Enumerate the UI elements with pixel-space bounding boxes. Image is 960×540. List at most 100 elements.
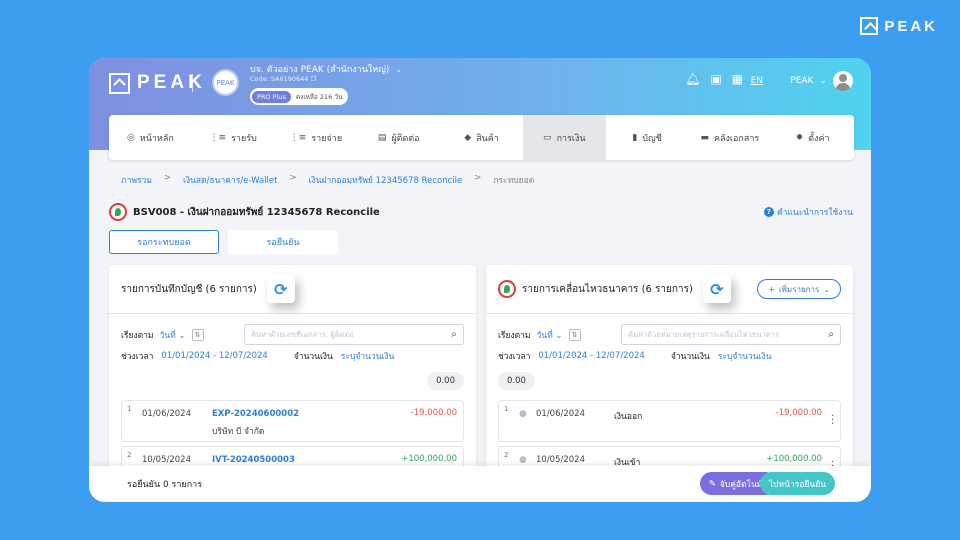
folder-icon: ▬ (700, 132, 709, 143)
bank-search-input[interactable]: ค้นหาด้วยหมายเหตุรายการเคลื่อนไหวธนาคาร … (621, 324, 841, 345)
chevron-down-icon: ⌄ (819, 76, 827, 86)
contacts-icon: ▤ (377, 132, 387, 143)
home-icon: ◎ (126, 132, 135, 143)
go-confirm-button[interactable]: ไปหน้ารอยืนยัน (759, 472, 835, 495)
breadcrumb-separator: > (474, 173, 482, 183)
info-icon[interactable]: ▣ (710, 72, 721, 86)
period-picker[interactable]: 01/01/2024 - 12/07/2024 (161, 351, 267, 361)
company-avatar[interactable]: PEAK (212, 69, 239, 96)
tab-pending-reconcile[interactable]: รอกระทบยอด (109, 230, 219, 254)
company-selector[interactable]: บจ. ตัวอย่าง PEAK (สำนักงานใหญ่) ⌄ (250, 62, 402, 76)
list-item[interactable]: 1 ● 01/06/2024 เงินออก -19,000.00 · · · (498, 400, 841, 442)
income-icon: ⋮≡ (209, 132, 227, 143)
account-book-icon: ▮ (632, 132, 638, 143)
magic-wand-icon: ✎ (708, 478, 716, 489)
language-switch[interactable]: EN (751, 76, 763, 86)
nav-item-income[interactable]: ⋮≡ รายรับ (192, 115, 275, 160)
company-code: Code: 5A6190644 ❐ (250, 75, 317, 83)
nav-item-account-book[interactable]: ▮ บัญชี (606, 115, 689, 160)
reconcile-tabs: รอกระทบยอด รอยืนยัน (109, 230, 338, 254)
chevron-down-icon: ⌄ (555, 331, 563, 341)
tab-pending-confirm[interactable]: รอยืนยัน (228, 230, 338, 254)
plan-pill: PRO Plus คงเหลือ 216 วัน (250, 88, 349, 105)
top-bar: PEAK PEAK บจ. ตัวอย่าง PEAK (สำนักงานใหญ… (89, 58, 871, 160)
sort-select[interactable]: วันที่ ⌄ (537, 328, 563, 342)
footer-bar: รอยืนยัน 0 รายการ ✎ จับคู่อัตโนมัติ ไปหน… (89, 466, 871, 502)
sort-order-icon[interactable]: ⇅ (568, 329, 581, 341)
document-link[interactable]: EXP-20240600002 (212, 409, 299, 419)
expense-icon: ⋮≡ (289, 132, 307, 143)
journal-panel-title: รายการบันทึกบัญชี (6 รายการ) (121, 283, 257, 295)
nav-item-documents[interactable]: ▬ คลังเอกสาร (688, 115, 771, 160)
help-link[interactable]: ? คำแนะนำการใช้งาน (763, 205, 853, 219)
breadcrumb-current: กระทบยอด (493, 176, 535, 186)
user-menu[interactable]: PEAK ⌄ (790, 71, 853, 91)
chevron-down-icon: ⌄ (395, 65, 403, 74)
bank-panel-title: รายการเคลื่อนไหวธนาคาร (6 รายการ) (522, 283, 693, 295)
period-label: ช่วงเวลา (121, 352, 154, 362)
add-item-button[interactable]: + เพิ่มรายการ ⌄ (757, 279, 841, 299)
refresh-icon[interactable]: ⟳ (266, 275, 295, 303)
sort-order-icon[interactable]: ⇅ (191, 329, 204, 341)
pending-confirm-count: รอยืนยัน 0 รายการ (127, 480, 203, 490)
document-link[interactable]: IVT-20240500003 (212, 455, 295, 465)
search-icon[interactable]: ⌕ (828, 329, 834, 340)
finance-icon: ▭ (543, 132, 552, 143)
nav-item-contacts[interactable]: ▤ ผู้ติดต่อ (357, 115, 440, 160)
period-picker[interactable]: 01/01/2024 - 12/07/2024 (538, 351, 644, 361)
search-icon[interactable]: ⌕ (451, 329, 457, 340)
journal-filters: เรียงตาม วันที่ ⌄ ⇅ ค้นหาด้วยเลขที่เอกสา… (109, 314, 476, 390)
bank-panel-header: รายการเคลื่อนไหวธนาคาร (6 รายการ) ⟳ + เพ… (486, 265, 853, 314)
breadcrumb-separator: > (289, 173, 297, 183)
breadcrumb-item[interactable]: เงินสด/ธนาคาร/e-Wallet (183, 173, 277, 187)
person-icon: ● (519, 409, 527, 419)
user-name: PEAK (790, 76, 814, 86)
gear-icon: ✹ (795, 132, 804, 143)
nav-item-finance[interactable]: ▭ การเงิน (522, 115, 606, 160)
brand-text: PEAK (137, 72, 206, 93)
corner-logo-text: PEAK (884, 17, 938, 35)
selected-total: 0.00 (498, 372, 535, 390)
bank-filters: เรียงตาม วันที่ ⌄ ⇅ ค้นหาด้วยหมายเหตุราย… (486, 314, 853, 390)
bell-icon[interactable]: 🔔︎ (685, 72, 700, 86)
page-title: BSV008 - เงินฝากออมทรัพย์ 12345678 Recon… (133, 206, 380, 218)
person-icon: ● (519, 455, 527, 465)
more-options-icon[interactable]: ··· (831, 412, 834, 430)
breadcrumb-item[interactable]: ภาพรวม (121, 173, 152, 187)
sort-select[interactable]: วันที่ ⌄ (160, 328, 186, 342)
brand-divider (192, 74, 193, 92)
plus-icon: + (768, 284, 775, 294)
list-item[interactable]: 1 01/06/2024 EXP-20240600002 บริษัท บี จ… (121, 400, 464, 442)
amount-input[interactable]: ระบุจำนวนเงิน (341, 349, 395, 363)
selected-total: 0.00 (427, 372, 464, 390)
nav-item-settings[interactable]: ✹ ตั้งค่า (771, 115, 854, 160)
breadcrumb-item[interactable]: เงินฝากออมทรัพย์ 12345678 Reconcile (309, 173, 463, 187)
bank-logo-icon (109, 203, 127, 221)
amount-input[interactable]: ระบุจำนวนเงิน (718, 349, 772, 363)
journal-search-input[interactable]: ค้นหาด้วยเลขที่เอกสาร, ผู้ติดต่อ ⌕ (244, 324, 464, 345)
copy-icon[interactable]: ❐ (311, 75, 317, 83)
period-label: ช่วงเวลา (498, 352, 531, 362)
company-name: บจ. ตัวอย่าง PEAK (สำนักงานใหญ่) (250, 65, 390, 75)
toolbar-icons: 🔔︎ ▣ ▦ (685, 72, 743, 86)
corner-peak-logo: PEAK (860, 17, 938, 35)
app-window: PEAK PEAK บจ. ตัวอย่าง PEAK (สำนักงานใหญ… (89, 58, 871, 502)
chevron-down-icon: ⌄ (178, 331, 186, 341)
page-title-row: BSV008 - เงินฝากออมทรัพย์ 12345678 Recon… (109, 203, 380, 221)
avatar (833, 71, 853, 91)
nav-item-expense[interactable]: ⋮≡ รายจ่าย (275, 115, 358, 160)
peak-logo-icon (860, 17, 879, 35)
breadcrumb-separator: > (163, 173, 172, 183)
nav-item-home[interactable]: ◎ หน้าหลัก (109, 115, 192, 160)
refresh-icon[interactable]: ⟳ (702, 275, 731, 303)
sort-label: เรียงตาม (121, 331, 154, 341)
apps-grid-icon[interactable]: ▦ (732, 72, 743, 86)
help-icon: ? (763, 207, 774, 217)
plan-days: คงเหลือ 216 วัน (295, 92, 343, 101)
product-icon: ◆ (464, 132, 472, 143)
peak-logo-icon (109, 72, 130, 94)
amount-label: จำนวนเงิน (670, 352, 710, 362)
plan-badge: PRO Plus (252, 90, 291, 103)
breadcrumb: ภาพรวม > เงินสด/ธนาคาร/e-Wallet > เงินฝา… (121, 173, 534, 187)
nav-item-product[interactable]: ◆ สินค้า (440, 115, 523, 160)
